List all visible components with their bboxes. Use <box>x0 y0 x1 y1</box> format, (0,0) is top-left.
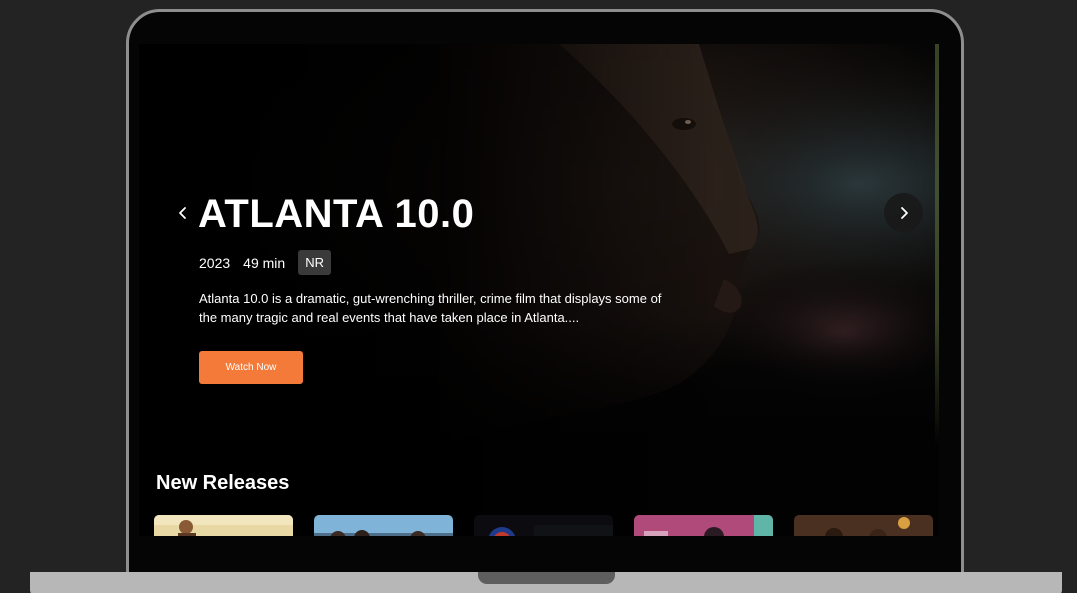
laptop-notch <box>478 572 615 584</box>
release-thumb-1[interactable] <box>154 515 293 536</box>
screen-bezel <box>129 536 961 576</box>
hero-description: Atlanta 10.0 is a dramatic, gut-wrenchin… <box>199 291 662 325</box>
release-thumb-2[interactable] <box>314 515 453 536</box>
carousel-prev-button[interactable] <box>163 193 202 232</box>
release-year: 2023 <box>199 254 231 271</box>
screen: ATLANTA 10.0 2023 49 min NR Atlanta 10.0… <box>139 44 939 536</box>
release-thumb-5[interactable] <box>794 515 933 536</box>
chevron-right-icon <box>900 206 908 219</box>
app-stage: ATLANTA 10.0 2023 49 min NR Atlanta 10.0… <box>0 0 1077 593</box>
rating-badge: NR <box>298 250 331 275</box>
new-releases-title: New Releases <box>156 472 290 494</box>
chevron-left-icon <box>178 206 186 219</box>
runtime: 49 min <box>243 254 286 271</box>
new-releases-row <box>154 515 939 536</box>
release-thumb-4[interactable] <box>634 515 773 536</box>
hero-title: ATLANTA 10.0 <box>198 192 475 236</box>
watch-now-button[interactable]: Watch Now <box>199 351 303 384</box>
carousel-next-button[interactable] <box>884 193 923 232</box>
hero-meta: 2023 49 min NR <box>199 250 344 275</box>
release-thumb-3[interactable] <box>474 515 613 536</box>
